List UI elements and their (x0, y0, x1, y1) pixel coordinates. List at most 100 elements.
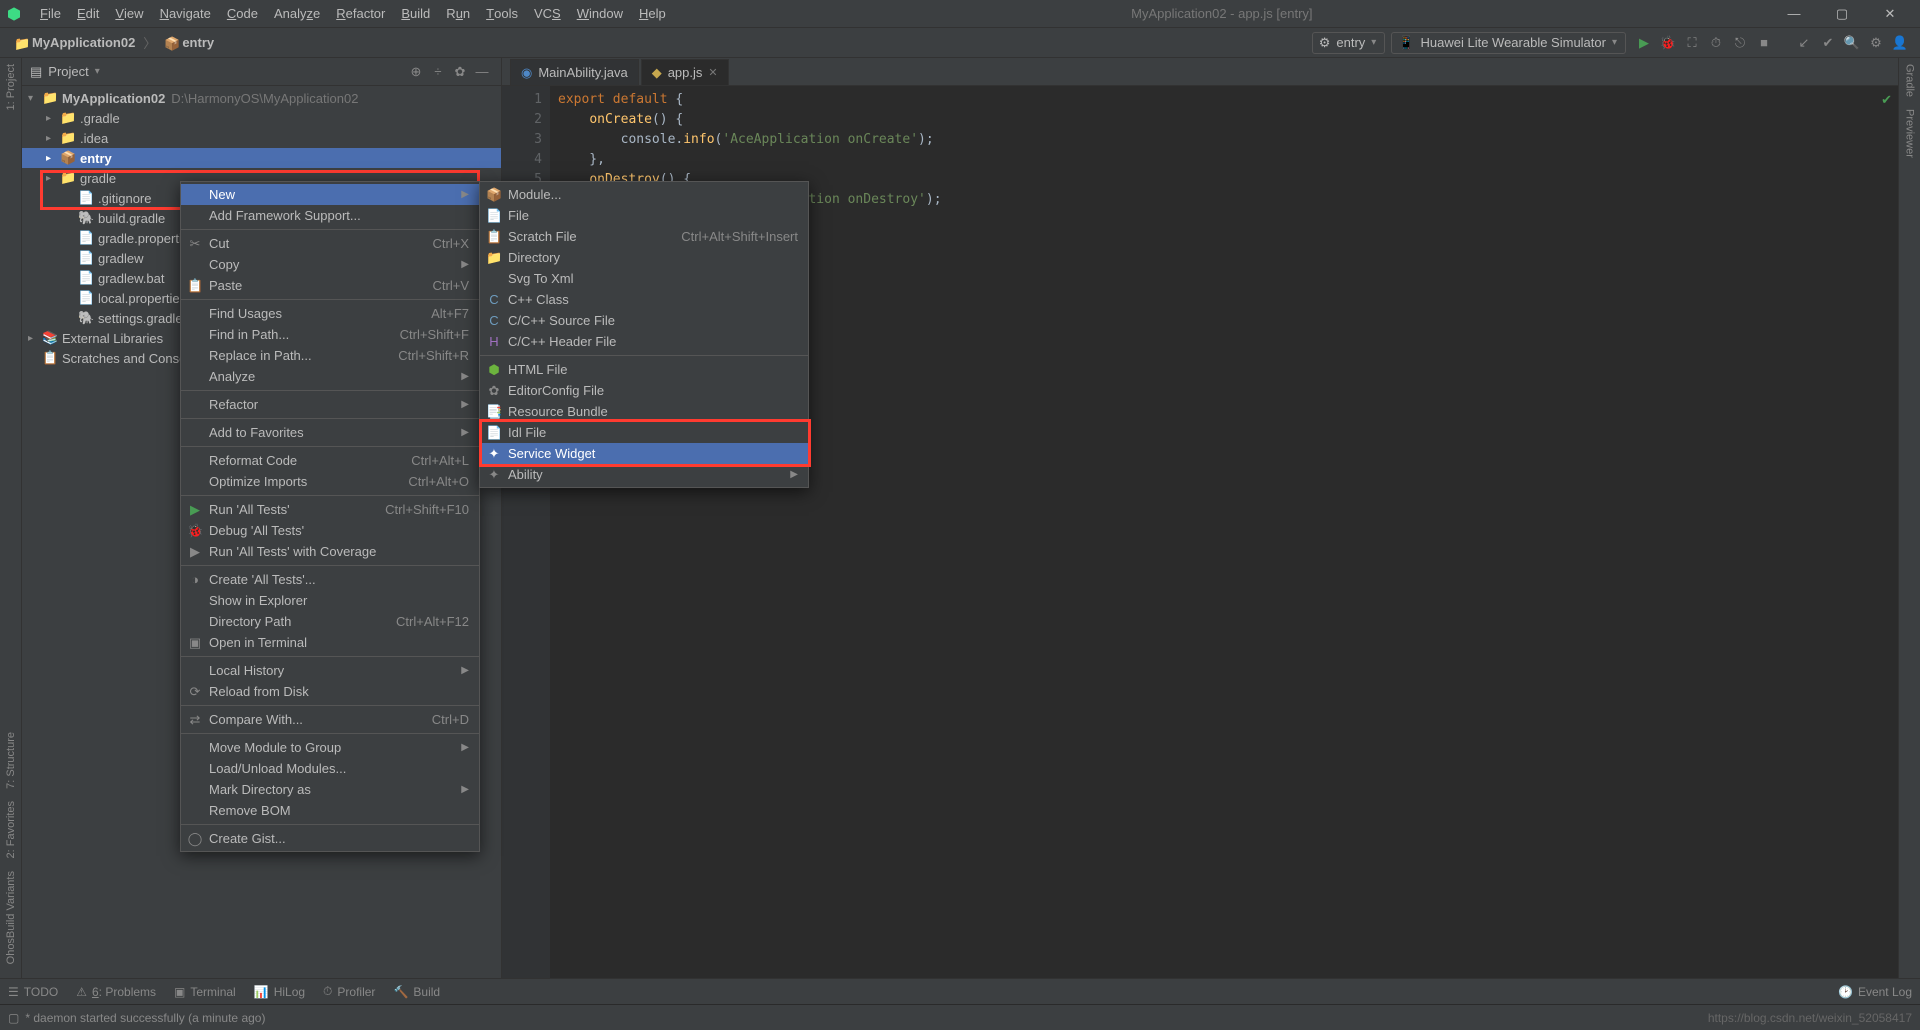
collapse-button[interactable]: ÷ (427, 64, 449, 79)
ctx-find-usages[interactable]: Find UsagesAlt+F7 (181, 303, 479, 324)
ctx-find-in-path[interactable]: Find in Path...Ctrl+Shift+F (181, 324, 479, 345)
ctx-analyze[interactable]: Analyze▶ (181, 366, 479, 387)
new-cpp-class[interactable]: CC++ Class (480, 289, 808, 310)
new-ability[interactable]: ✦Ability▶ (480, 464, 808, 485)
settings-button[interactable]: ⚙ (1864, 32, 1888, 54)
menu-edit[interactable]: Edit (69, 0, 107, 27)
menu-refactor[interactable]: Refactor (328, 0, 393, 27)
menu-analyze[interactable]: Analyze (266, 0, 328, 27)
profile-button[interactable]: ⏱ (1704, 32, 1728, 54)
new-file[interactable]: 📄File (480, 205, 808, 226)
run-config-selector[interactable]: ⚙ entry ▾ (1312, 32, 1386, 54)
ctx-reformat[interactable]: Reformat CodeCtrl+Alt+L (181, 450, 479, 471)
menu-view[interactable]: View (107, 0, 151, 27)
breadcrumb-root[interactable]: 📁 MyApplication02 (8, 33, 141, 52)
stop-button[interactable]: ■ (1752, 32, 1776, 54)
tool-problems[interactable]: ⚠6: Problems (76, 985, 156, 999)
ctx-load-unload[interactable]: Load/Unload Modules... (181, 758, 479, 779)
maximize-button[interactable]: ▢ (1818, 0, 1866, 27)
menu-build[interactable]: Build (393, 0, 438, 27)
debug-button[interactable]: 🐞 (1656, 32, 1680, 54)
run-button[interactable]: ▶ (1632, 32, 1656, 54)
tool-structure[interactable]: 7: Structure (5, 726, 17, 795)
tool-terminal[interactable]: ▣Terminal (174, 985, 236, 999)
ctx-debug-all[interactable]: 🐞Debug 'All Tests' (181, 520, 479, 541)
locate-button[interactable]: ⊕ (405, 64, 427, 80)
new-resource-bundle[interactable]: 📑Resource Bundle (480, 401, 808, 422)
context-menu[interactable]: New▶ Add Framework Support... ✂CutCtrl+X… (180, 181, 480, 852)
tree-item-idea[interactable]: ▸📁.idea (22, 128, 501, 148)
tree-item-gradle[interactable]: ▸📁.gradle (22, 108, 501, 128)
new-module[interactable]: 📦Module... (480, 184, 808, 205)
ctx-cut[interactable]: ✂CutCtrl+X (181, 233, 479, 254)
coverage-button[interactable]: ⛶ (1680, 32, 1704, 54)
ctx-reload[interactable]: ⟳Reload from Disk (181, 681, 479, 702)
tool-todo[interactable]: ☰TODO (8, 985, 58, 999)
ctx-create-gist[interactable]: ◯Create Gist... (181, 828, 479, 849)
close-button[interactable]: ✕ (1866, 0, 1914, 27)
tool-build[interactable]: 🔨Build (393, 985, 440, 999)
ctx-coverage[interactable]: ▶Run 'All Tests' with Coverage (181, 541, 479, 562)
tab-mainability[interactable]: ◉ MainAbility.java (510, 59, 639, 85)
new-editorconfig[interactable]: ✿EditorConfig File (480, 380, 808, 401)
new-svg[interactable]: Svg To Xml (480, 268, 808, 289)
ctx-create-all[interactable]: ◑Create 'All Tests'... (181, 569, 479, 590)
ctx-remove-bom[interactable]: Remove BOM (181, 800, 479, 821)
submenu-new[interactable]: 📦Module... 📄File 📋Scratch FileCtrl+Alt+S… (479, 181, 809, 488)
ctx-compare[interactable]: ⇄Compare With...Ctrl+D (181, 709, 479, 730)
tab-appjs[interactable]: ◆ app.js ✕ (641, 59, 729, 85)
git-commit-button[interactable]: ✔ (1816, 32, 1840, 54)
ctx-add-framework[interactable]: Add Framework Support... (181, 205, 479, 226)
new-c-header[interactable]: HC/C++ Header File (480, 331, 808, 352)
ctx-directory-path[interactable]: Directory PathCtrl+Alt+F12 (181, 611, 479, 632)
avatar-icon[interactable]: 👤 (1888, 32, 1912, 54)
tree-item-entry[interactable]: ▸📦entry (22, 148, 501, 168)
settings-gear-icon[interactable]: ✿ (449, 64, 471, 80)
minimize-button[interactable]: — (1770, 0, 1818, 27)
menu-file[interactable]: File (32, 0, 69, 27)
ctx-copy[interactable]: Copy▶ (181, 254, 479, 275)
ctx-refactor[interactable]: Refactor▶ (181, 394, 479, 415)
menu-tools[interactable]: Tools (478, 0, 526, 27)
new-scratch[interactable]: 📋Scratch FileCtrl+Alt+Shift+Insert (480, 226, 808, 247)
ctx-paste[interactable]: 📋PasteCtrl+V (181, 275, 479, 296)
tool-gradle[interactable]: Gradle (1904, 58, 1916, 103)
menu-vcs[interactable]: VCS (526, 0, 569, 27)
tool-eventlog[interactable]: 🕑Event Log (1838, 985, 1912, 999)
tool-previewer[interactable]: Previewer (1904, 103, 1916, 164)
menu-navigate[interactable]: Navigate (152, 0, 219, 27)
menu-window[interactable]: Window (569, 0, 631, 27)
new-html[interactable]: ⬢HTML File (480, 359, 808, 380)
ctx-show-explorer[interactable]: Show in Explorer (181, 590, 479, 611)
ctx-add-favorites[interactable]: Add to Favorites▶ (181, 422, 479, 443)
new-service-widget[interactable]: ✦Service Widget (480, 443, 808, 464)
close-tab-icon[interactable]: ✕ (708, 66, 717, 79)
breadcrumb-leaf[interactable]: 📦 entry (158, 33, 220, 52)
ctx-optimize[interactable]: Optimize ImportsCtrl+Alt+O (181, 471, 479, 492)
menu-help[interactable]: Help (631, 0, 674, 27)
tool-project[interactable]: 1: Project (5, 58, 17, 116)
ctx-move-module[interactable]: Move Module to Group▶ (181, 737, 479, 758)
menu-code[interactable]: Code (219, 0, 266, 27)
ctx-new[interactable]: New▶ (181, 184, 479, 205)
device-selector[interactable]: 📱 Huawei Lite Wearable Simulator ▾ (1391, 32, 1626, 54)
chevron-down-icon[interactable]: ▾ (95, 66, 100, 77)
ctx-mark-directory[interactable]: Mark Directory as▶ (181, 779, 479, 800)
tool-profiler[interactable]: ⏱Profiler (323, 984, 375, 999)
tool-favorites[interactable]: 2: Favorites (5, 795, 17, 864)
tree-root[interactable]: ▾📁 MyApplication02D:\HarmonyOS\MyApplica… (22, 88, 501, 108)
search-button[interactable]: 🔍 (1840, 32, 1864, 54)
hide-button[interactable]: — (471, 64, 493, 79)
ctx-replace-in-path[interactable]: Replace in Path...Ctrl+Shift+R (181, 345, 479, 366)
tool-build-variants[interactable]: OhosBuild Variants (5, 865, 17, 970)
new-idl[interactable]: 📄Idl File (480, 422, 808, 443)
ctx-open-terminal[interactable]: ▣Open in Terminal (181, 632, 479, 653)
menu-run[interactable]: Run (438, 0, 478, 27)
tool-hilog[interactable]: 📊HiLog (254, 985, 305, 999)
ctx-local-history[interactable]: Local History▶ (181, 660, 479, 681)
ctx-run-all[interactable]: ▶Run 'All Tests'Ctrl+Shift+F10 (181, 499, 479, 520)
new-c-source[interactable]: CC/C++ Source File (480, 310, 808, 331)
git-update-button[interactable]: ↙ (1792, 32, 1816, 54)
new-directory[interactable]: 📁Directory (480, 247, 808, 268)
attach-button[interactable]: ⎋ (1728, 32, 1752, 54)
